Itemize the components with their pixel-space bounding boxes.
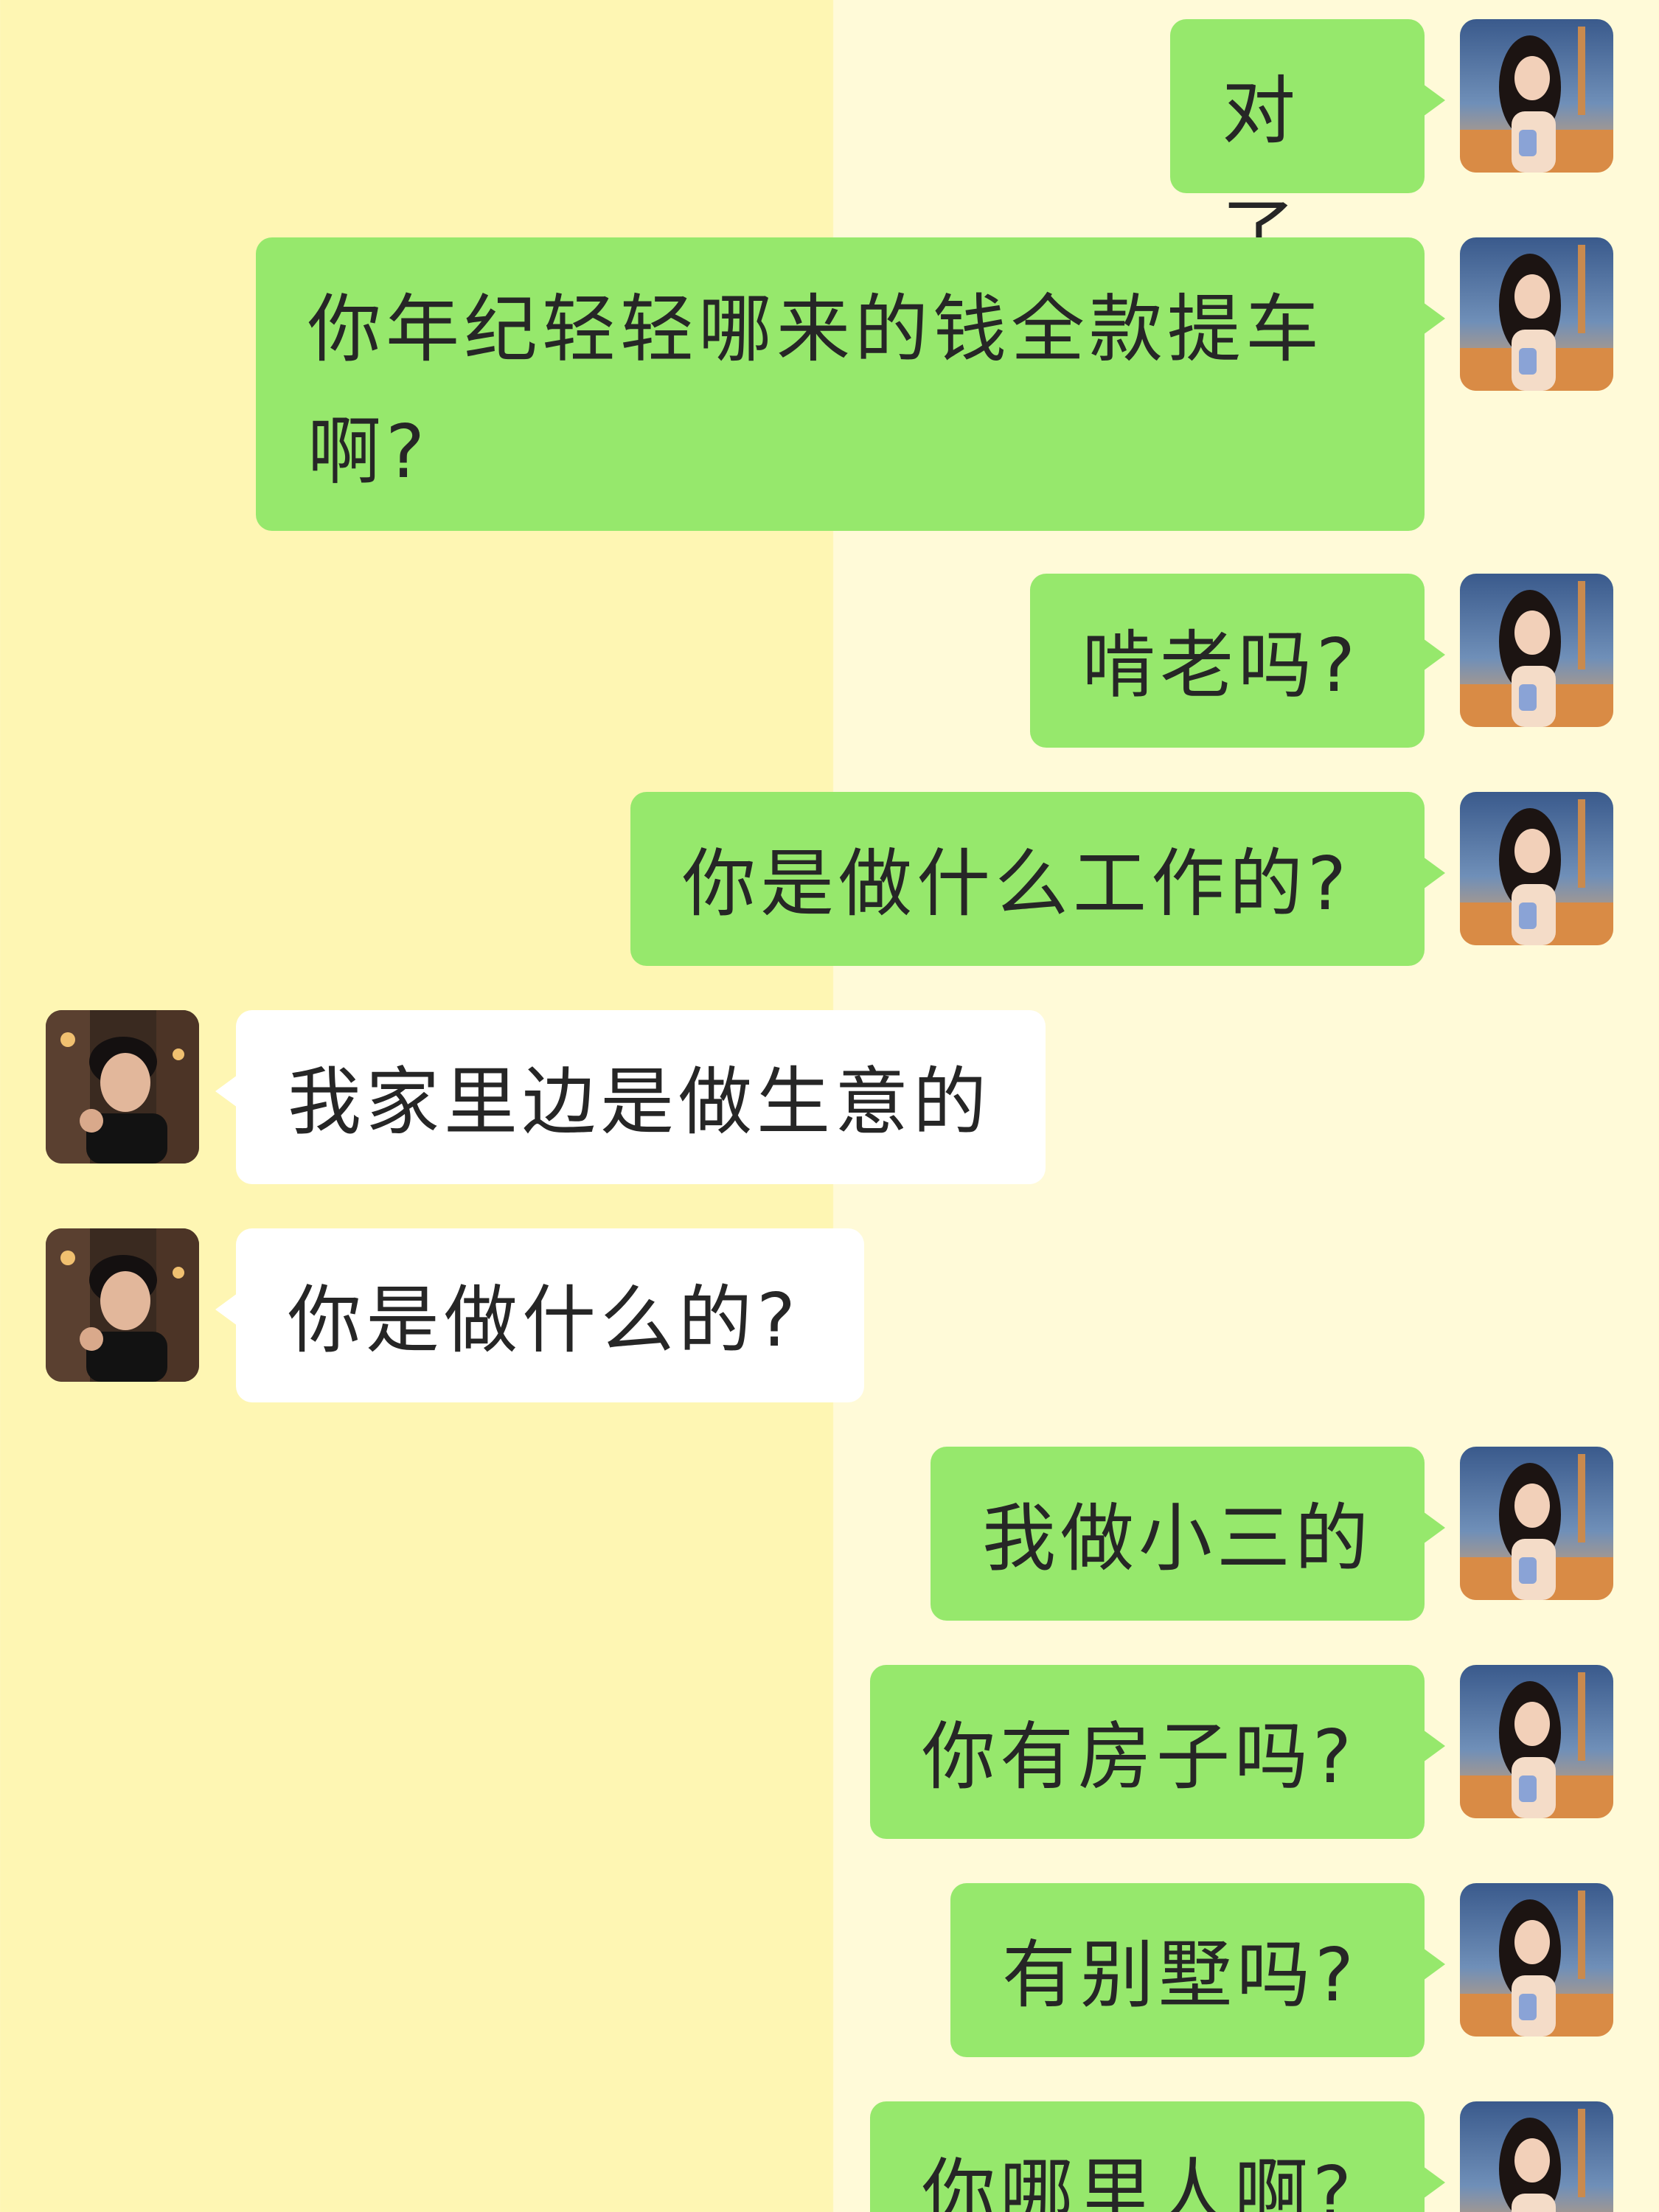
message-bubble-outgoing[interactable]: 我做小三的 xyxy=(931,1447,1445,1621)
chat-message-list[interactable]: 对了 你年纪轻轻哪来的钱全款提车啊? 啃老吗? 你是做什么工作的? 我家里边是做… xyxy=(0,0,1659,2212)
self-avatar[interactable] xyxy=(1460,792,1613,945)
woman-photo-avatar-icon xyxy=(1460,1883,1613,2037)
self-avatar[interactable] xyxy=(1460,1447,1613,1600)
message-bubble-outgoing[interactable]: 你哪里人啊? xyxy=(870,2101,1445,2212)
man-photo-avatar-icon xyxy=(46,1010,199,1164)
self-avatar[interactable] xyxy=(1460,574,1613,727)
woman-photo-avatar-icon xyxy=(1460,237,1613,391)
contact-avatar[interactable] xyxy=(46,1228,199,1382)
message-bubble-incoming[interactable]: 我家里边是做生意的 xyxy=(215,1010,1046,1184)
self-avatar[interactable] xyxy=(1460,1883,1613,2037)
message-bubble-outgoing[interactable]: 你有房子吗? xyxy=(870,1665,1445,1839)
self-avatar[interactable] xyxy=(1460,237,1613,391)
self-avatar[interactable] xyxy=(1460,1665,1613,1818)
message-bubble-outgoing[interactable]: 对了 xyxy=(1170,19,1445,276)
self-avatar[interactable] xyxy=(1460,2101,1613,2212)
woman-photo-avatar-icon xyxy=(1460,2101,1613,2212)
self-avatar[interactable] xyxy=(1460,19,1613,173)
woman-photo-avatar-icon xyxy=(1460,1447,1613,1600)
woman-photo-avatar-icon xyxy=(1460,19,1613,173)
message-bubble-outgoing[interactable]: 有别墅吗? xyxy=(950,1883,1445,2057)
message-bubble-outgoing[interactable]: 你是做什么工作的? xyxy=(630,792,1445,966)
message-bubble-outgoing[interactable]: 啃老吗? xyxy=(1030,574,1445,748)
contact-avatar[interactable] xyxy=(46,1010,199,1164)
woman-photo-avatar-icon xyxy=(1460,574,1613,727)
man-photo-avatar-icon xyxy=(46,1228,199,1382)
message-bubble-outgoing[interactable]: 你年纪轻轻哪来的钱全款提车啊? xyxy=(256,237,1445,531)
woman-photo-avatar-icon xyxy=(1460,1665,1613,1818)
woman-photo-avatar-icon xyxy=(1460,792,1613,945)
message-bubble-incoming[interactable]: 你是做什么的? xyxy=(215,1228,864,1402)
